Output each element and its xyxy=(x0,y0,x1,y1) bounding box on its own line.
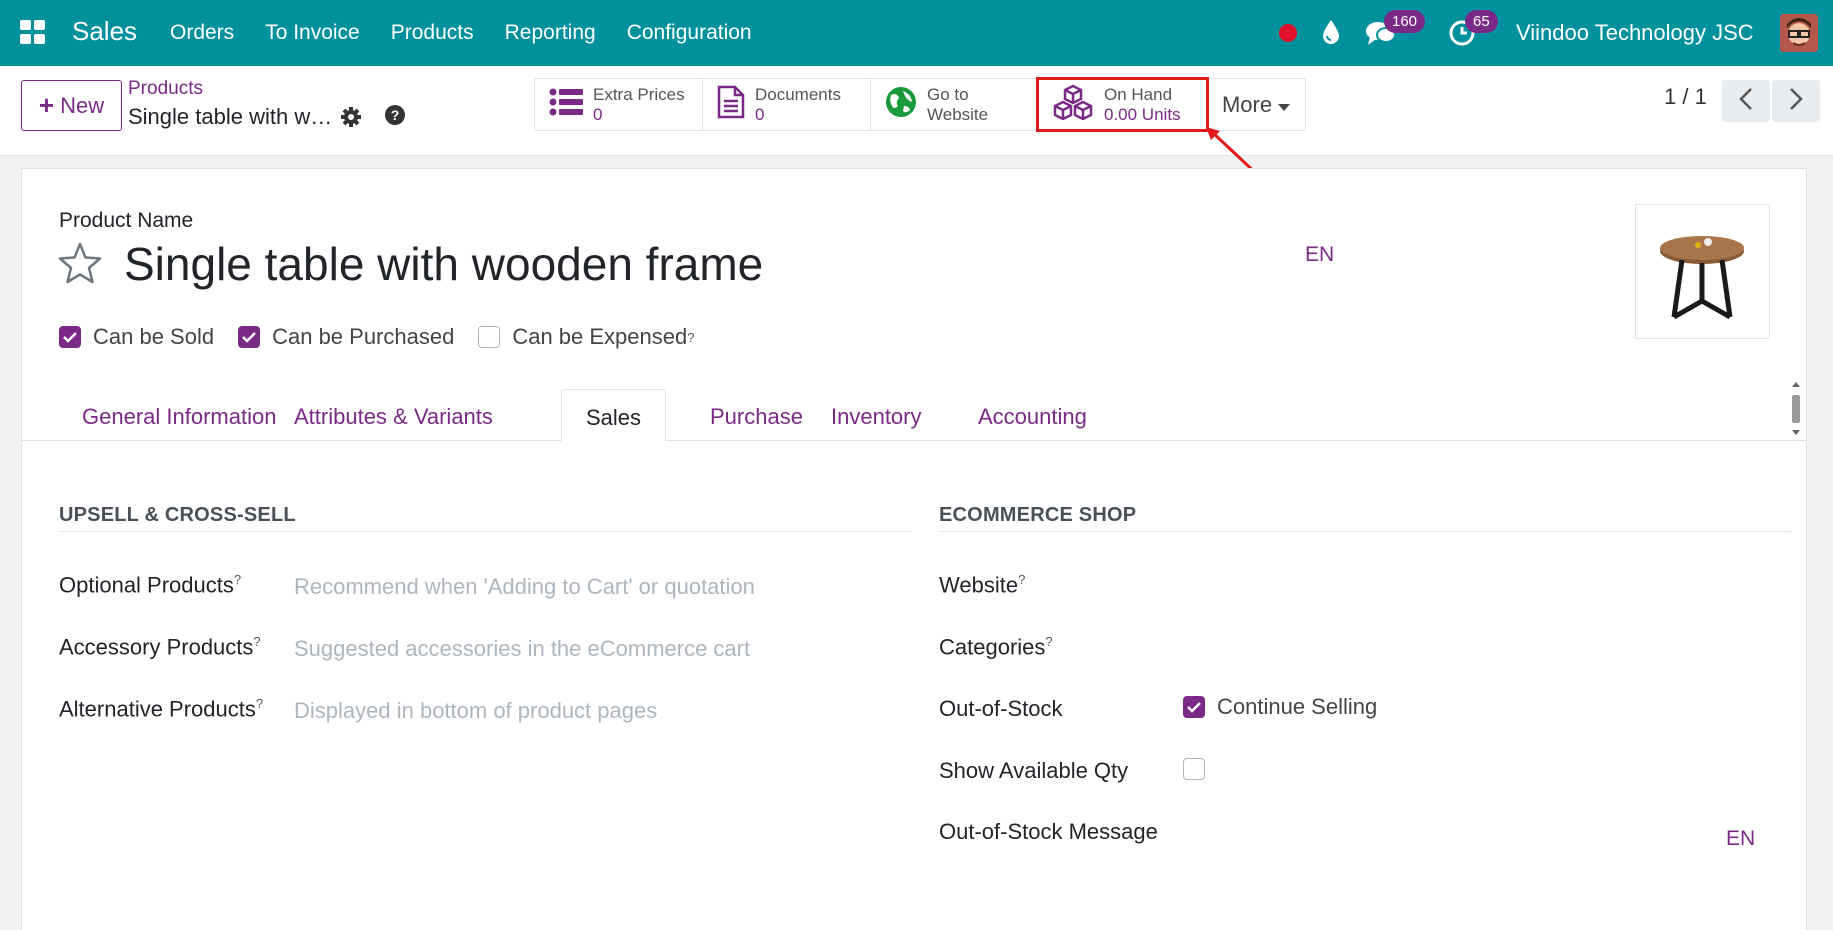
upsell-section-title: UPSELL & CROSS-SELL xyxy=(59,504,296,526)
documents-count: 0 xyxy=(755,104,765,124)
product-form-sheet: Product Name Single table with wooden fr… xyxy=(21,168,1807,930)
tab-accounting[interactable]: Accounting xyxy=(954,389,1111,441)
tabs-scrollbar[interactable] xyxy=(1790,381,1802,436)
can-be-expensed-checkbox[interactable]: Can be Expensed? xyxy=(478,324,694,350)
continue-selling-label: Continue Selling xyxy=(1217,694,1378,719)
pager-next-button[interactable] xyxy=(1772,80,1820,122)
show-available-qty-checkbox[interactable] xyxy=(1183,758,1205,780)
favorite-star-icon[interactable] xyxy=(58,242,102,289)
ecommerce-section-title: ECOMMERCE SHOP xyxy=(939,504,1137,526)
continue-selling-checkbox[interactable]: Continue Selling xyxy=(1183,694,1377,720)
form-tabs: General Information Attributes & Variant… xyxy=(22,379,1806,441)
control-panel: + New Products Single table with wooden … xyxy=(0,66,1833,156)
tooltip-mark[interactable]: ? xyxy=(687,330,694,345)
tooltip-mark[interactable]: ? xyxy=(1018,572,1025,587)
product-image[interactable] xyxy=(1635,204,1770,339)
can-be-sold-checkbox[interactable]: Can be Sold xyxy=(59,324,214,350)
extra-prices-button[interactable]: Extra Prices 0 xyxy=(535,79,703,130)
more-label: More xyxy=(1221,91,1273,117)
pager-previous-button[interactable] xyxy=(1722,80,1770,122)
accessory-products-label: Accessory Products? xyxy=(59,634,261,660)
top-navbar: Sales Orders To Invoice Products Reporti… xyxy=(0,0,1833,66)
translate-language-button[interactable]: EN xyxy=(1305,243,1334,267)
on-hand-button[interactable]: On Hand 0.00 Units xyxy=(1036,77,1209,132)
tooltip-mark[interactable]: ? xyxy=(1045,634,1052,649)
optional-products-input[interactable]: Recommend when 'Adding to Cart' or quota… xyxy=(294,574,755,600)
checkbox-unchecked-icon xyxy=(478,326,501,348)
website-label: Website? xyxy=(939,572,1026,598)
menu-products[interactable]: Products xyxy=(391,21,474,45)
svg-text:?: ? xyxy=(391,107,400,123)
tab-attributes-variants[interactable]: Attributes & Variants xyxy=(270,389,517,441)
checkbox-checked-icon xyxy=(1183,696,1205,718)
apps-menu-icon[interactable] xyxy=(20,20,46,44)
product-flags: Can be Sold Can be Purchased Can be Expe… xyxy=(59,324,718,350)
tab-general-information[interactable]: General Information xyxy=(58,389,300,441)
show-available-qty-label: Show Available Qty xyxy=(939,758,1129,783)
menu-configuration[interactable]: Configuration xyxy=(627,21,752,45)
record-status-icon[interactable] xyxy=(1279,24,1297,42)
menu-reporting[interactable]: Reporting xyxy=(505,21,596,45)
tab-purchase[interactable]: Purchase xyxy=(686,389,827,441)
tab-sales[interactable]: Sales xyxy=(561,389,667,441)
breadcrumb-current: Single table with wooden frame xyxy=(128,104,338,129)
extra-prices-count: 0 xyxy=(593,104,603,124)
more-dropdown[interactable]: More xyxy=(1207,79,1305,130)
checkbox-checked-icon xyxy=(238,326,261,348)
documents-label: Documents xyxy=(755,84,841,104)
caret-down-icon xyxy=(1278,92,1291,118)
tooltip-mark[interactable]: ? xyxy=(234,572,241,587)
documents-button[interactable]: Documents 0 xyxy=(703,79,871,130)
help-icon[interactable]: ? xyxy=(384,104,406,131)
menu-to-invoice[interactable]: To Invoice xyxy=(265,21,360,45)
product-name-field[interactable]: Single table with wooden frame xyxy=(124,237,763,291)
globe-icon xyxy=(885,86,917,123)
chevron-left-icon xyxy=(1739,87,1753,115)
pager-value[interactable]: 1 / 1 xyxy=(1664,84,1707,110)
new-button[interactable]: + New xyxy=(21,80,122,131)
chat-count-badge: 160 xyxy=(1384,10,1426,33)
chevron-right-icon xyxy=(1789,87,1803,115)
can-be-purchased-checkbox[interactable]: Can be Purchased xyxy=(238,324,454,350)
ecommerce-separator xyxy=(939,531,1791,532)
accessory-products-input[interactable]: Suggested accessories in the eCommerce c… xyxy=(294,636,750,662)
on-hand-quantity: 0.00 Units xyxy=(1104,104,1181,124)
document-icon xyxy=(717,85,745,124)
can-be-purchased-label: Can be Purchased xyxy=(272,324,455,349)
website-label: Website xyxy=(927,104,989,124)
cubes-icon xyxy=(1052,84,1094,125)
out-of-stock-message-language-button[interactable]: EN xyxy=(1726,827,1755,851)
extra-prices-label: Extra Prices xyxy=(593,84,685,104)
out-of-stock-label: Out-of-Stock xyxy=(939,696,1063,721)
optional-products-label: Optional Products? xyxy=(59,572,242,598)
smart-buttons: Extra Prices 0 Documents 0 Go to Website xyxy=(534,77,1306,132)
tab-inventory[interactable]: Inventory xyxy=(807,389,946,441)
breadcrumb-parent[interactable]: Products xyxy=(128,78,203,100)
gear-icon[interactable] xyxy=(340,106,362,133)
app-name[interactable]: Sales xyxy=(72,16,137,47)
categories-label: Categories? xyxy=(939,634,1053,660)
tooltip-mark[interactable]: ? xyxy=(256,696,263,711)
checkbox-checked-icon xyxy=(59,326,81,348)
activity-count-badge: 65 xyxy=(1465,10,1498,33)
alternative-products-label: Alternative Products? xyxy=(59,696,264,722)
can-be-sold-label: Can be Sold xyxy=(93,324,215,349)
new-button-label: New xyxy=(60,92,105,118)
upsell-separator xyxy=(59,531,912,532)
go-to-website-button[interactable]: Go to Website xyxy=(871,79,1038,130)
plus-icon: + xyxy=(38,90,55,120)
can-be-expensed-label: Can be Expensed xyxy=(512,324,688,349)
on-hand-label: On Hand xyxy=(1104,84,1173,104)
product-name-label: Product Name xyxy=(59,209,194,232)
menu-orders[interactable]: Orders xyxy=(170,21,234,45)
go-to-label: Go to xyxy=(927,84,969,104)
drop-icon[interactable] xyxy=(1321,19,1341,50)
company-switcher[interactable]: Viindoo Technology JSC xyxy=(1516,20,1754,46)
alternative-products-input[interactable]: Displayed in bottom of product pages xyxy=(294,698,657,724)
out-of-stock-message-label: Out-of-Stock Message xyxy=(939,819,1158,844)
list-icon xyxy=(549,88,583,121)
user-avatar[interactable] xyxy=(1780,14,1818,52)
main-menu: Orders To Invoice Products Reporting Con… xyxy=(170,21,783,45)
tooltip-mark[interactable]: ? xyxy=(253,634,260,649)
